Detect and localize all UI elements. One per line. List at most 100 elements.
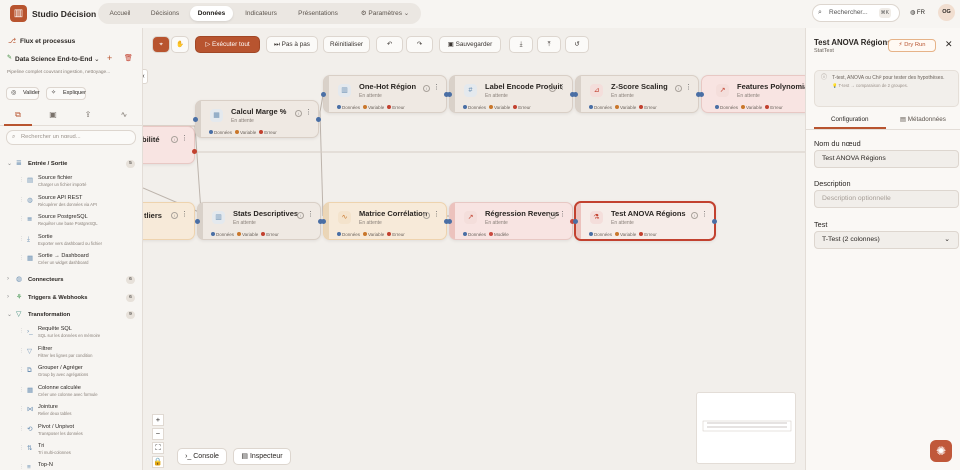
lock-button[interactable]: 🔒 (152, 456, 164, 468)
more-icon[interactable]: ⋮ (305, 108, 312, 116)
node-item-source-api[interactable]: Source API REST Récupérer des données via… (38, 195, 138, 208)
close-icon[interactable]: ✕ (945, 40, 953, 49)
validate-button[interactable]: ◎ Valider (6, 87, 40, 100)
more-icon[interactable]: ⋮ (307, 210, 314, 218)
more-icon[interactable]: ⋮ (559, 210, 566, 218)
node-item-sortie[interactable]: Sortie Exporter vers dashboard ou fichier (38, 234, 138, 247)
category-connecteurs[interactable]: Connecteurs (28, 277, 63, 283)
assistant-fab-button[interactable]: ✺ (930, 440, 952, 462)
tab-activity-icon[interactable]: ∿ (118, 110, 130, 122)
input-port[interactable] (573, 219, 578, 224)
test-select[interactable]: T-Test (2 colonnes) ⌄ (814, 231, 959, 249)
tab-nodes-icon[interactable]: ⧉ (12, 110, 24, 122)
drag-handle-icon[interactable]: ⋮ (19, 216, 24, 224)
node-item-top-n[interactable]: Top-N (38, 462, 138, 469)
pipeline-select[interactable]: Data Science End-to-End ⌄ (15, 55, 100, 63)
info-icon[interactable]: i (297, 212, 304, 219)
tab-metadonnees[interactable]: ▤ Métadonnées (900, 116, 946, 128)
nav-donnees[interactable]: Données (190, 6, 233, 21)
info-icon[interactable]: i (171, 212, 178, 219)
chevron-down-icon[interactable]: ⌄ (7, 160, 12, 167)
node-matrice-correlation[interactable]: ∿ Matrice Corrélation En attente Données… (321, 202, 449, 240)
category-triggers[interactable]: Triggers & Webhooks (28, 295, 87, 301)
nav-parametres[interactable]: ⚙ Paramètres ⌄ (352, 6, 418, 21)
node-item-sortie-dashboard[interactable]: Sortie → Dashboard Créer un widget dashbo… (38, 253, 138, 266)
nav-indicateurs[interactable]: Indicateurs (238, 6, 284, 21)
node-partial-stabilite[interactable]: bilité i ⋮ (143, 126, 197, 164)
node-features-polynomial[interactable]: ↗ Features Polynomial En attente Données… (699, 75, 805, 113)
chevron-right-icon[interactable]: › (7, 294, 9, 300)
search-input[interactable]: ⌕ Rechercher... ⌘K (812, 4, 900, 22)
input-port[interactable] (447, 92, 452, 97)
node-partial-outliers[interactable]: tliers i ⋮ (143, 202, 195, 240)
download-button[interactable]: ⤓ (509, 36, 533, 53)
drag-handle-icon[interactable]: ⋮ (19, 464, 24, 470)
nav-accueil[interactable]: Accueil (103, 6, 137, 21)
drag-handle-icon[interactable]: ⋮ (19, 367, 24, 375)
more-icon[interactable]: ⋮ (433, 210, 440, 218)
info-icon[interactable]: i (423, 212, 430, 219)
node-item-source-postgresql[interactable]: Source PostgreSQL Requêter une base Postg… (38, 214, 138, 227)
inspector-button[interactable]: ▤ Inspecteur (233, 448, 291, 465)
input-port[interactable] (447, 219, 452, 224)
info-icon[interactable]: i (295, 110, 302, 117)
tab-upload-icon[interactable]: ⇪ (82, 110, 94, 122)
node-z-score-scaling[interactable]: ⊿ Z-Score Scaling En attente Données Vari… (573, 75, 701, 113)
node-regression-revenus[interactable]: ↗ Régression Revenus En attente Données M… (447, 202, 575, 240)
zoom-out-button[interactable]: − (152, 428, 164, 440)
info-icon[interactable]: i (171, 136, 178, 143)
chevron-right-icon[interactable]: › (7, 276, 9, 282)
node-item-requete-sql[interactable]: Requête SQL SQL sur les données en mémoir… (38, 326, 138, 339)
zoom-in-button[interactable]: + (152, 414, 164, 426)
brand-logo-icon[interactable]: ▥ (10, 5, 27, 22)
tab-save-icon[interactable]: ▣ (47, 110, 59, 122)
info-icon[interactable]: i (691, 212, 698, 219)
info-icon[interactable]: i (549, 85, 556, 92)
node-label-encode-produit[interactable]: # Label Encode Produit En attente Donnée… (447, 75, 575, 113)
nav-presentations[interactable]: Présentations (290, 6, 346, 21)
more-icon[interactable]: ⋮ (559, 83, 566, 91)
more-icon[interactable]: ⋮ (685, 83, 692, 91)
info-icon[interactable]: i (549, 212, 556, 219)
node-search-input[interactable]: ⌕ Rechercher un nœud... (6, 130, 136, 145)
history-button[interactable]: ↺ (565, 36, 589, 53)
node-calcul-marge[interactable]: ▦ Calcul Marge % En attente Données Varia… (193, 100, 321, 138)
drag-handle-icon[interactable]: ⋮ (19, 406, 24, 414)
drag-handle-icon[interactable]: ⋮ (19, 197, 24, 205)
drag-handle-icon[interactable]: ⋮ (19, 348, 24, 356)
node-item-pivot[interactable]: Pivot / Unpivot Transposer les données (38, 424, 138, 437)
category-io[interactable]: Entrée / Sortie (28, 161, 67, 167)
node-item-grouper[interactable]: Grouper / Agréger Group by avec agrégatio… (38, 365, 138, 378)
more-icon[interactable]: ⋮ (181, 134, 188, 142)
drag-handle-icon[interactable]: ⋮ (19, 177, 24, 185)
drag-handle-icon[interactable]: ⋮ (19, 426, 24, 434)
node-stats-descriptives[interactable]: ▥ Stats Descriptives En attente Données V… (195, 202, 323, 240)
more-icon[interactable]: ⋮ (181, 210, 188, 218)
node-test-anova-regions[interactable]: ⚗ Test ANOVA Régions En attente Données V… (573, 201, 717, 241)
drag-handle-icon[interactable]: ⋮ (19, 387, 24, 395)
input-port[interactable] (321, 92, 326, 97)
upload-button[interactable]: ⤒ (537, 36, 561, 53)
node-one-hot-region[interactable]: ▥ One-Hot Région En attente Données Varia… (321, 75, 449, 113)
collapse-sidebar-button[interactable]: ‹ (143, 69, 148, 84)
input-port[interactable] (573, 92, 578, 97)
input-port[interactable] (321, 219, 326, 224)
input-port[interactable] (699, 92, 704, 97)
flow-canvas[interactable]: ⌖ ✋ ▷ Exécuter tout ⏭ Pas à pas Réinitia… (143, 28, 805, 470)
node-item-source-fichier[interactable]: Source fichier Charger un fichier importé (38, 175, 138, 188)
run-all-button[interactable]: ▷ Exécuter tout (195, 36, 260, 53)
avatar[interactable]: OG (938, 4, 955, 21)
input-port[interactable] (195, 219, 200, 224)
reset-button[interactable]: Réinitialiser (323, 36, 370, 53)
trash-icon[interactable]: 🗑 (124, 54, 133, 62)
drag-handle-icon[interactable]: ⋮ (19, 236, 24, 244)
fit-view-button[interactable]: ⛶ (152, 442, 164, 454)
chevron-down-icon[interactable]: ⌄ (7, 311, 12, 318)
save-button[interactable]: ▣ Sauvegarder (439, 36, 501, 53)
node-item-colonne-calculee[interactable]: Colonne calculée Créer une colonne avec f… (38, 385, 138, 398)
info-icon[interactable]: i (675, 85, 682, 92)
description-field[interactable]: Description optionnelle (814, 190, 959, 208)
dry-run-button[interactable]: ⚡ Dry Run (888, 39, 936, 52)
redo-button[interactable]: ↷ (406, 36, 433, 53)
nav-decisions[interactable]: Décisions (144, 6, 186, 21)
